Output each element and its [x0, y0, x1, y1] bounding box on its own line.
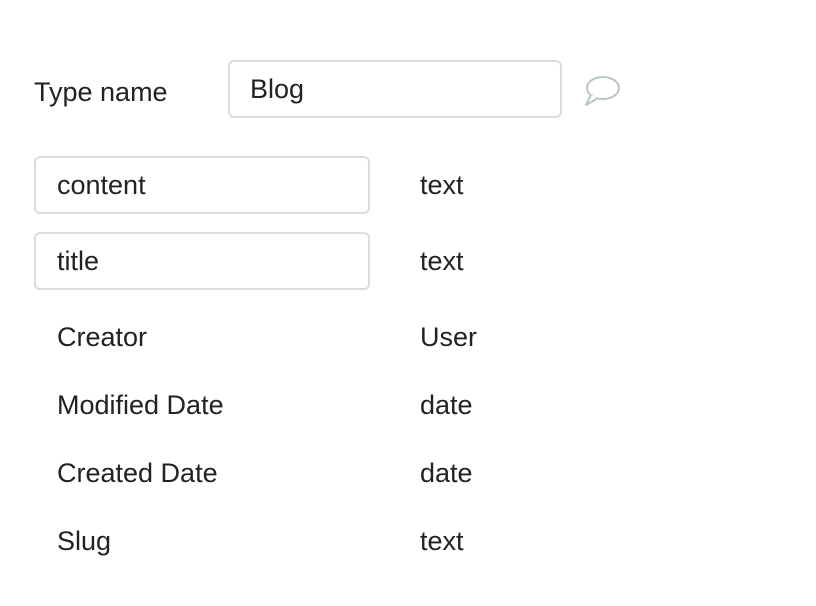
- field-type-label: text: [420, 246, 464, 276]
- field-name-label: Creator: [57, 322, 148, 352]
- field-row-modified-date: Modified Date date: [34, 376, 734, 434]
- field-type-label: text: [420, 526, 464, 556]
- field-name-input[interactable]: [34, 232, 370, 290]
- field-row-created-date: Created Date date: [34, 444, 734, 502]
- field-name-label: Modified Date: [57, 390, 224, 420]
- field-name-input[interactable]: [34, 156, 370, 214]
- field-row-creator: Creator User: [34, 308, 734, 366]
- field-type-label: text: [420, 170, 464, 200]
- field-row-slug: Slug text: [34, 512, 734, 570]
- field-row-title: text: [34, 232, 734, 290]
- comment-icon[interactable]: [582, 74, 622, 108]
- field-type-label: User: [420, 322, 478, 352]
- field-row-content: text: [34, 156, 734, 214]
- field-name-label: Created Date: [57, 458, 218, 488]
- type-name-row: Type name: [34, 60, 634, 118]
- field-type-label: date: [420, 390, 473, 420]
- field-name-label: Slug: [57, 526, 112, 556]
- type-name-input[interactable]: [228, 60, 562, 118]
- type-name-label: Type name: [34, 77, 168, 107]
- field-type-label: date: [420, 458, 473, 488]
